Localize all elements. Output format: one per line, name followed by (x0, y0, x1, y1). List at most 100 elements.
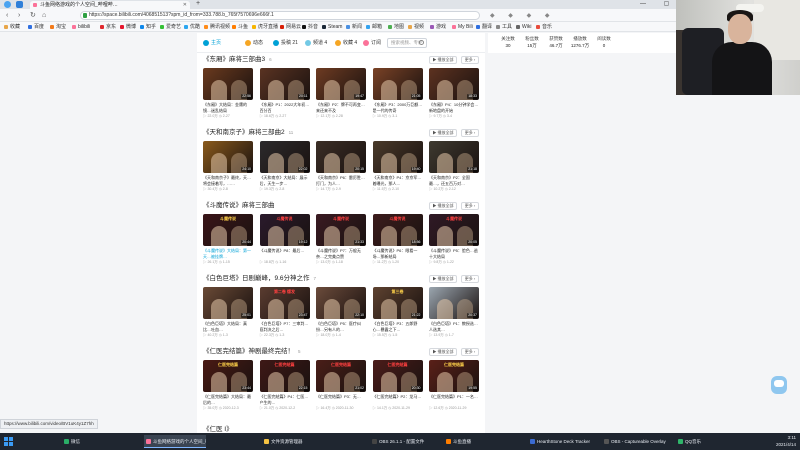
video-title[interactable]: 《白色巨塔》P7：三审判…庭判决之后… (260, 321, 310, 332)
sidebar-toggle-icon[interactable] (16, 1, 23, 8)
video-title[interactable]: 《斗魔传说》P7：万般无奈…之完美点赞 (316, 248, 366, 259)
video-card[interactable]: 仁医完结篇 20:30 《仁医完结篇》P2：龙马… ▷ 14.1万 ◷ 2020-11… (372, 360, 423, 411)
video-title[interactable]: 《白色巨塔》P1：教授选…人选其… (429, 321, 479, 332)
video-thumbnail[interactable]: 斗魔传说 19:12 (259, 214, 310, 246)
bookmark-item[interactable]: My Bili (452, 23, 473, 31)
taskbar-app[interactable]: 斗鱼直播 (444, 435, 504, 448)
video-thumbnail[interactable]: 22:10 (316, 287, 366, 319)
video-thumbnail[interactable]: 仁医完结篇 23:44 (203, 360, 253, 392)
bookmark-item[interactable]: 百度 (28, 23, 44, 31)
bookmark-item[interactable]: 工具 (496, 23, 512, 31)
mascot-widget[interactable] (768, 372, 790, 396)
video-title[interactable]: 《东厢》P4：10分钟学会…新地盘的开始 (429, 102, 479, 113)
video-thumbnail[interactable]: 22:02 (259, 141, 310, 173)
bookmark-item[interactable]: 微博 (120, 23, 136, 31)
video-card[interactable]: 仁医完结篇 23:44 《仁医完结篇》大结局：最后的… ▷ 35.0万 ◷ 2020-… (203, 360, 253, 411)
video-thumbnail[interactable]: 斗魔传说 20:05 (429, 214, 479, 246)
video-card[interactable]: 19:40 《天和南京》P4：京京军…着曝光，那人… ▷ 11.5万 ◷ 2-10 (372, 141, 423, 192)
bookmark-item[interactable]: 斗鱼 (232, 23, 248, 31)
toolbar-extension-icons[interactable]: ◆ ◆ ◆ ◆ (490, 12, 555, 19)
home-icon[interactable]: ⌂ (42, 11, 46, 20)
space-nav-tab[interactable]: 动态 (245, 39, 263, 47)
space-nav-tab[interactable]: 主页 (203, 39, 221, 47)
video-thumbnail[interactable]: 仁医完结篇 19:55 (429, 360, 479, 392)
video-title[interactable]: 《仁医完结篇》P1：一名… (429, 394, 479, 405)
video-title[interactable]: 《仁医完结篇》P3：无… (316, 394, 366, 405)
video-thumbnail[interactable]: 仁医完结篇 20:30 (372, 360, 423, 392)
play-all-button[interactable]: ▶ 播放全部 (429, 202, 457, 210)
bookmark-item[interactable]: 音乐 (536, 23, 552, 31)
video-title[interactable]: 《斗魔传说》大结局：第一天…被挂牌… (203, 248, 253, 259)
video-card[interactable]: 22:10 《白色巨塔》P5：医疗纠纷…另有人的… ▷ 18.0万 ◷ 1-4 (316, 287, 366, 338)
video-title[interactable]: 《天和南京》P4：京京军…着曝光，那人… (373, 175, 423, 186)
video-card[interactable]: 仁医完结篇 22:15 《仁医完结篇》P4：仁医…产生的… ▷ 21.0万 ◷ 202… (259, 360, 310, 411)
video-card[interactable]: 24:10 《天和南京子》最终，天…将会接着写，…… ▷ 30.4万 ◷ 2-8 (203, 141, 253, 192)
video-title[interactable]: 《天和南京子》最终，天…将会接着写，…… (203, 175, 253, 186)
video-card[interactable]: 22:02 《天和南京》大结局：展示后，天生一步… ▷ 19.3万 ◷ 2-8 (259, 141, 310, 192)
video-title[interactable]: 《斗魔传说》P8：最后… (260, 248, 310, 259)
space-nav-tab[interactable]: 频道 4 (305, 39, 327, 47)
more-button[interactable]: 更多 › (461, 275, 479, 283)
taskbar-app[interactable]: QQ音乐 (676, 435, 716, 448)
section-title[interactable]: 《斗魔传说》麻将三部曲 (203, 201, 279, 210)
stat-item[interactable]: 粉丝数 15万 (520, 35, 544, 49)
bookmark-item[interactable]: 翻译 (476, 23, 492, 31)
section-title[interactable]: 《东厢》麻将三部曲3 6 (203, 55, 272, 64)
video-title[interactable]: 《斗魔传说》P5：脸色…逃十大结局 (429, 248, 479, 259)
section-title[interactable]: 《天和南京子》麻将三部曲2 11 (203, 128, 293, 137)
video-title[interactable]: 《东厢》大结局：金庸的镜…迷乱结局 (203, 102, 253, 113)
video-title[interactable]: 《东厢》P2：牌不可再变…来还来不及 (316, 102, 366, 113)
bookmark-item[interactable]: 邮箱 (366, 23, 382, 31)
video-thumbnail[interactable]: 21:05 (372, 68, 423, 100)
video-thumbnail[interactable]: 25:01 (203, 287, 253, 319)
video-card[interactable]: 仁医完结篇 19:55 《仁医完结篇》P1：一名… ▷ 12.6万 ◷ 2020-11… (429, 360, 479, 411)
video-title[interactable]: 《天和南京》P2：全国最…，还五百万对… (429, 175, 479, 186)
video-card[interactable]: 仁医完结篇 21:02 《仁医完结篇》P3：无… ▷ 16.4万 ◷ 2020-11-… (316, 360, 366, 411)
bookmark-item[interactable]: 优酷 (184, 23, 200, 31)
video-title[interactable]: 《天和南京》P6：雷厉胜…打门，为人… (316, 175, 366, 186)
bookmark-item[interactable]: 知乎 (140, 23, 156, 31)
video-title[interactable]: 《白色巨塔》大结局：真比…吐血… (203, 321, 253, 332)
video-thumbnail[interactable]: 18:33 (429, 68, 479, 100)
video-card[interactable]: 斗魔传说 18:56 《斗魔传说》P6：眼看一场…那新结局 ▷ 11.2万 ◷ 1-2… (372, 214, 423, 265)
bookmark-item[interactable]: Wiki (516, 23, 531, 31)
video-title[interactable]: 《白色巨塔》P3：五郎野心…暴露之下… (373, 321, 423, 332)
video-title[interactable]: 《东厢》P1：2022大年初…百分百 (260, 102, 310, 113)
more-button[interactable]: 更多 › (461, 129, 479, 137)
video-thumbnail[interactable]: 19:40 (372, 141, 423, 173)
play-all-button[interactable]: ▶ 播放全部 (429, 129, 457, 137)
video-thumbnail[interactable]: 20:15 (316, 141, 366, 173)
bookmark-item[interactable]: 京东 (100, 23, 116, 31)
url-input[interactable]: https://space.bilibili.com/406851513?spm… (80, 11, 480, 20)
refresh-icon[interactable]: ↻ (30, 11, 36, 20)
section-title[interactable]: 《白色巨塔》日剧巅峰，9.6分神之作 7 (203, 274, 316, 283)
video-card[interactable]: 斗魔传说 19:12 《斗魔传说》P8：最后… ▷ 18.8万 ◷ 1-16 (259, 214, 310, 265)
video-title[interactable]: 《仁医完结篇》P4：仁医…产生的… (260, 394, 310, 405)
taskbar-app[interactable]: 微信 (62, 435, 132, 448)
space-search-input[interactable]: 搜索视频、专栏 (387, 38, 427, 48)
video-card[interactable]: 20:11 《东厢》P1：2022大年初…百分百 ▷ 18.6万 ◷ 2-27 (259, 68, 310, 119)
video-card[interactable]: 斗魔传说 20:05 《斗魔传说》P5：脸色…逃十大结局 ▷ 9.8万 ◷ 1-22 (429, 214, 479, 265)
video-card[interactable]: 第三卷 21:22 《白色巨塔》P3：五郎野心…暴露之下… ▷ 15.5万 ◷ 1-5 (372, 287, 423, 338)
stat-item[interactable]: 关注数 30 (496, 35, 520, 49)
bookmark-item[interactable]: 收藏 (4, 23, 20, 31)
video-thumbnail[interactable]: 斗魔传说 18:56 (372, 214, 423, 246)
bookmark-item[interactable]: 爱奇艺 (160, 23, 181, 31)
video-card[interactable]: 19:47 《东厢》P2：牌不可再变…来还来不及 ▷ 12.1万 ◷ 2-28 (316, 68, 366, 119)
stat-item[interactable]: 播放数 1276.7万 (568, 35, 592, 49)
video-card[interactable]: 22:56 《东厢》大结局：金庸的镜…迷乱结局 ▷ 22.0万 ◷ 2-27 (203, 68, 253, 119)
bookmark-item[interactable]: 地图 (388, 23, 404, 31)
video-card[interactable]: 斗魔传说 21:33 《斗魔传说》P7：万般无奈…之完美点赞 ▷ 13.0万 ◷ 1-… (316, 214, 366, 265)
video-title[interactable]: 《仁医完结篇》大结局：最后的… (203, 394, 253, 405)
more-button[interactable]: 更多 › (461, 56, 479, 64)
video-card[interactable]: 20:15 《天和南京》P6：雷厉胜…打门，为人… ▷ 14.7万 ◷ 2-9 (316, 141, 366, 192)
back-icon[interactable]: ‹ (6, 11, 8, 20)
bookmark-item[interactable]: 抖音 (302, 23, 318, 31)
more-button[interactable]: 更多 › (461, 202, 479, 210)
video-thumbnail[interactable]: 20:37 (429, 287, 479, 319)
video-thumbnail[interactable]: 第二卷 爆发 23:47 (259, 287, 310, 319)
video-thumbnail[interactable]: 24:10 (203, 141, 253, 173)
video-thumbnail[interactable]: 19:47 (316, 68, 366, 100)
play-all-button[interactable]: ▶ 播放全部 (429, 56, 457, 64)
bookmark-item[interactable]: 淘宝 (50, 23, 66, 31)
